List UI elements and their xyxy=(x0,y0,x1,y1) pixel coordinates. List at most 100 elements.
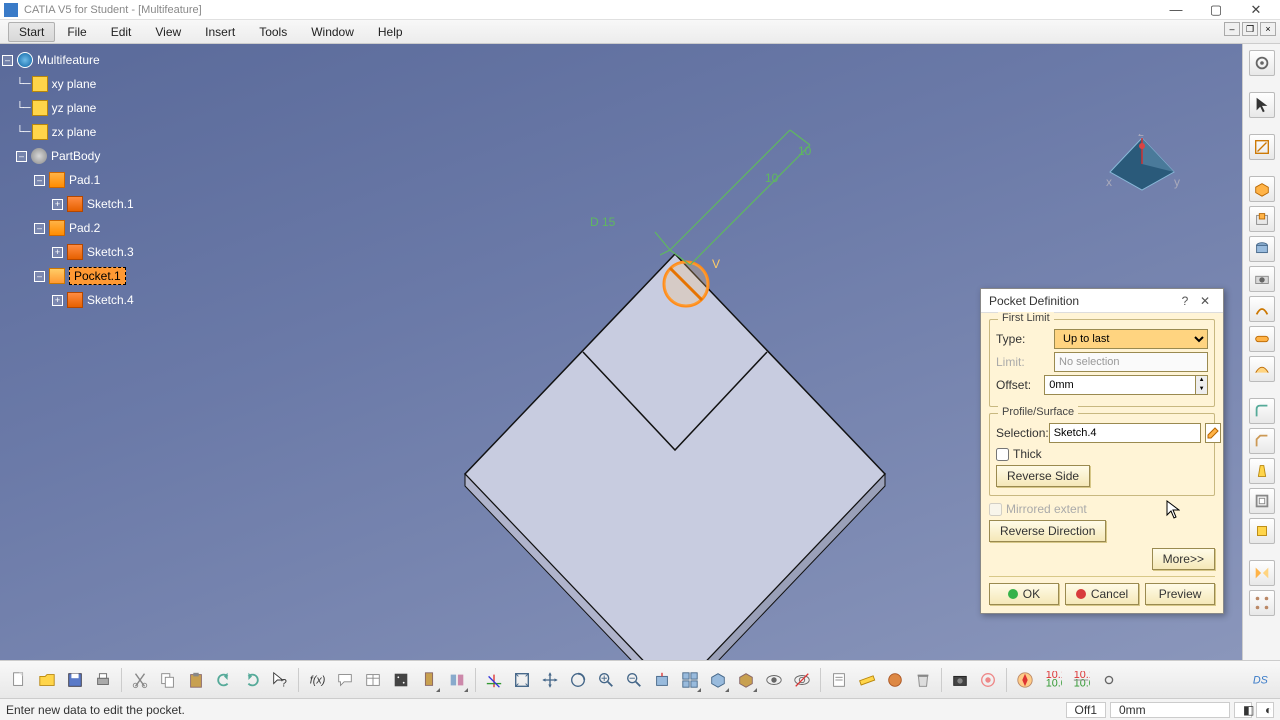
multi-view-icon[interactable] xyxy=(677,666,703,694)
zoom-in-icon[interactable] xyxy=(593,666,619,694)
expand-icon[interactable]: – xyxy=(34,271,45,282)
menu-file[interactable]: File xyxy=(55,22,98,42)
expand-icon[interactable]: + xyxy=(52,247,63,258)
expand-icon[interactable]: + xyxy=(52,295,63,306)
swap-visible-icon[interactable] xyxy=(789,666,815,694)
rib-icon[interactable] xyxy=(1249,296,1275,322)
more-button[interactable]: More>> xyxy=(1152,548,1215,570)
dialog-titlebar[interactable]: Pocket Definition ? ✕ xyxy=(981,289,1223,313)
material-icon[interactable] xyxy=(882,666,908,694)
menu-tools[interactable]: Tools xyxy=(247,22,299,42)
offset-input[interactable] xyxy=(1044,375,1196,395)
type-select[interactable]: Up to last xyxy=(1054,329,1208,349)
tree-plane-zx[interactable]: └─ zx plane xyxy=(2,120,134,144)
shading-icon[interactable] xyxy=(733,666,759,694)
status-indicator-2[interactable]: ◐ xyxy=(1256,702,1274,718)
mdi-close[interactable]: × xyxy=(1260,22,1276,36)
menu-window[interactable]: Window xyxy=(299,22,366,42)
tree-plane-xy[interactable]: └─ xy plane xyxy=(2,72,134,96)
design-table-icon[interactable] xyxy=(360,666,386,694)
shaft-icon[interactable] xyxy=(1249,236,1275,262)
menu-help[interactable]: Help xyxy=(366,22,415,42)
properties-icon[interactable] xyxy=(826,666,852,694)
rotate-icon[interactable] xyxy=(565,666,591,694)
tree-root[interactable]: – Multifeature xyxy=(2,48,134,72)
tree-partbody[interactable]: – PartBody xyxy=(2,144,134,168)
redo-icon[interactable] xyxy=(239,666,265,694)
expand-icon[interactable]: – xyxy=(34,223,45,234)
render-icon[interactable] xyxy=(975,666,1001,694)
pattern-icon[interactable] xyxy=(1249,590,1275,616)
catalog-icon[interactable] xyxy=(444,666,470,694)
sketch-icon[interactable] xyxy=(1249,134,1275,160)
pan-icon[interactable] xyxy=(537,666,563,694)
camera-icon[interactable] xyxy=(947,666,973,694)
iso-view-icon[interactable] xyxy=(705,666,731,694)
axis-icon[interactable] xyxy=(481,666,507,694)
preview-button[interactable]: Preview xyxy=(1145,583,1215,605)
tree-sketch1[interactable]: + Sketch.1 xyxy=(2,192,134,216)
comment-icon[interactable] xyxy=(332,666,358,694)
formula-icon[interactable]: f(x) xyxy=(304,666,330,694)
maximize-button[interactable]: ▢ xyxy=(1196,1,1236,19)
normal-view-icon[interactable] xyxy=(649,666,675,694)
expand-icon[interactable]: – xyxy=(2,55,13,66)
catia-logo-icon[interactable]: DS xyxy=(1248,666,1274,694)
trash-icon[interactable] xyxy=(910,666,936,694)
zoom-out-icon[interactable] xyxy=(621,666,647,694)
knowledge-icon[interactable] xyxy=(416,666,442,694)
hole-icon[interactable] xyxy=(1249,266,1275,292)
expand-icon[interactable]: + xyxy=(52,199,63,210)
minimize-button[interactable]: — xyxy=(1156,1,1196,19)
tree-pad2[interactable]: – Pad.2 xyxy=(2,216,134,240)
cancel-button[interactable]: Cancel xyxy=(1065,583,1139,605)
settings-icon[interactable] xyxy=(1249,50,1275,76)
expand-icon[interactable]: – xyxy=(34,175,45,186)
close-button[interactable]: ✕ xyxy=(1236,1,1276,19)
link-icon[interactable] xyxy=(1096,666,1122,694)
pad-icon[interactable] xyxy=(1249,176,1275,202)
open-icon[interactable] xyxy=(34,666,60,694)
slot-icon[interactable] xyxy=(1249,326,1275,352)
specification-tree[interactable]: – Multifeature └─ xy plane └─ yz plane └… xyxy=(2,48,134,312)
tree-pad1[interactable]: – Pad.1 xyxy=(2,168,134,192)
mdi-minimize[interactable]: – xyxy=(1224,22,1240,36)
draft-icon[interactable] xyxy=(1249,458,1275,484)
fillet-icon[interactable] xyxy=(1249,398,1275,424)
tree-pocket1[interactable]: – Pocket.1 xyxy=(2,264,134,288)
save-icon[interactable] xyxy=(62,666,88,694)
ok-button[interactable]: OK xyxy=(989,583,1059,605)
undo-icon[interactable] xyxy=(211,666,237,694)
print-icon[interactable] xyxy=(90,666,116,694)
reverse-direction-button[interactable]: Reverse Direction xyxy=(989,520,1106,542)
menu-view[interactable]: View xyxy=(143,22,193,42)
tree-sketch3[interactable]: + Sketch.3 xyxy=(2,240,134,264)
thick-checkbox[interactable]: Thick xyxy=(996,447,1208,461)
thickness-icon[interactable] xyxy=(1249,518,1275,544)
status-indicator-1[interactable]: ◧ xyxy=(1234,702,1252,718)
compass-orient-icon[interactable] xyxy=(1012,666,1038,694)
sketch-edit-icon[interactable] xyxy=(1205,423,1221,443)
reverse-side-button[interactable]: Reverse Side xyxy=(996,465,1090,487)
copy-icon[interactable] xyxy=(155,666,181,694)
selection-input[interactable] xyxy=(1049,423,1201,443)
new-icon[interactable] xyxy=(6,666,32,694)
multi-sections-icon[interactable] xyxy=(1249,356,1275,382)
paste-icon[interactable] xyxy=(183,666,209,694)
offset-spinner[interactable]: ▲▼ xyxy=(1196,375,1208,395)
shell-icon[interactable] xyxy=(1249,488,1275,514)
menu-edit[interactable]: Edit xyxy=(99,22,144,42)
cut-icon[interactable] xyxy=(127,666,153,694)
tree-plane-yz[interactable]: └─ yz plane xyxy=(2,96,134,120)
law-icon[interactable] xyxy=(388,666,414,694)
mirror-icon[interactable] xyxy=(1249,560,1275,586)
menu-start[interactable]: Start xyxy=(8,22,55,42)
dialog-help-button[interactable]: ? xyxy=(1175,294,1195,308)
menu-insert[interactable]: Insert xyxy=(193,22,247,42)
hide-show-icon[interactable] xyxy=(761,666,787,694)
fit-all-icon[interactable] xyxy=(509,666,535,694)
tree-sketch4[interactable]: + Sketch.4 xyxy=(2,288,134,312)
snap-icon[interactable]: 10.110.0 xyxy=(1040,666,1066,694)
expand-icon[interactable]: – xyxy=(16,151,27,162)
snap2-icon[interactable]: 10.110.0 xyxy=(1068,666,1094,694)
